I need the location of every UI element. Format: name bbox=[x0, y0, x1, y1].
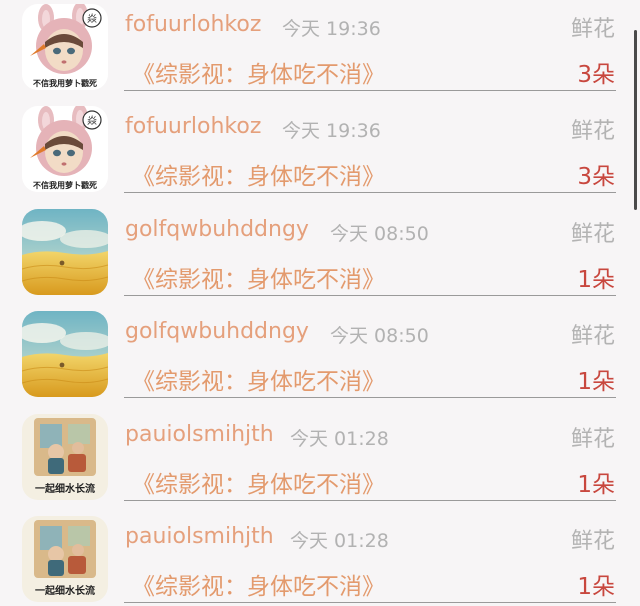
gift-quantity: 1朵 bbox=[577, 369, 615, 395]
book-title[interactable]: 《综影视：身体吃不消》 bbox=[132, 260, 385, 294]
rabbit-girl-avatar[interactable]: 焱 不信我用萝卜戳死 bbox=[22, 4, 108, 90]
row-divider bbox=[124, 602, 616, 603]
avatar-caption: 不信我用萝卜戳死 bbox=[33, 180, 97, 190]
book-title[interactable]: 《综影视：身体吃不消》 bbox=[132, 567, 385, 601]
rabbit-girl-avatar[interactable]: 焱 不信我用萝卜戳死 bbox=[22, 106, 108, 192]
gift-type: 鲜花 bbox=[570, 119, 615, 144]
wheat-field-avatar[interactable] bbox=[22, 311, 108, 397]
book-title[interactable]: 《综影视：身体吃不消》 bbox=[132, 55, 385, 89]
book-title[interactable]: 《综影视：身体吃不消》 bbox=[132, 157, 385, 191]
gift-type: 鲜花 bbox=[570, 222, 615, 247]
gift-type: 鲜花 bbox=[570, 324, 615, 349]
svg-text:焱: 焱 bbox=[87, 115, 97, 127]
svg-text:焱: 焱 bbox=[87, 13, 97, 25]
wheat-field-avatar[interactable] bbox=[22, 209, 108, 295]
gift-quantity: 1朵 bbox=[577, 267, 615, 293]
gift-quantity: 1朵 bbox=[577, 574, 615, 600]
list-item[interactable]: 一起细水长流 pauiolsmihjth 今天 01:28 鲜花《综影视：身体吃不消… bbox=[0, 516, 640, 606]
list-item[interactable]: 焱 不信我用萝卜戳死 fofuurlohkoz 今天 19:36 鲜花《综影视：身体… bbox=[0, 106, 640, 209]
list-item[interactable]: 焱 不信我用萝卜戳死 fofuurlohkoz 今天 19:36 鲜花《综影视：身体… bbox=[0, 4, 640, 107]
row-divider bbox=[124, 295, 616, 296]
timestamp: 今天 19:36 bbox=[282, 18, 381, 40]
painting-avatar[interactable]: 一起细水长流 bbox=[22, 414, 108, 500]
username[interactable]: golfqwbuhddngy bbox=[125, 319, 309, 344]
timestamp: 今天 19:36 bbox=[282, 120, 381, 142]
list-item[interactable]: golfqwbuhddngy 今天 08:50 鲜花《综影视：身体吃不消》 1朵 bbox=[0, 209, 640, 312]
painting-avatar[interactable]: 一起细水长流 bbox=[22, 516, 108, 602]
row-divider bbox=[124, 90, 616, 91]
avatar-caption: 一起细水长流 bbox=[35, 584, 95, 597]
avatar-caption: 一起细水长流 bbox=[35, 482, 95, 495]
timestamp: 今天 08:50 bbox=[330, 325, 429, 347]
list-item[interactable]: 一起细水长流 pauiolsmihjth 今天 01:28 鲜花《综影视：身体吃不消… bbox=[0, 414, 640, 517]
timestamp: 今天 01:28 bbox=[290, 530, 389, 552]
row-divider bbox=[124, 397, 616, 398]
username[interactable]: pauiolsmihjth bbox=[125, 524, 274, 549]
username[interactable]: fofuurlohkoz bbox=[125, 12, 261, 37]
gift-type: 鲜花 bbox=[570, 17, 615, 42]
gift-quantity: 3朵 bbox=[577, 62, 615, 88]
book-title[interactable]: 《综影视：身体吃不消》 bbox=[132, 362, 385, 396]
username[interactable]: fofuurlohkoz bbox=[125, 114, 261, 139]
gift-type: 鲜花 bbox=[570, 427, 615, 452]
timestamp: 今天 08:50 bbox=[330, 223, 429, 245]
gift-quantity: 3朵 bbox=[577, 164, 615, 190]
username[interactable]: pauiolsmihjth bbox=[125, 422, 274, 447]
row-divider bbox=[124, 500, 616, 501]
timestamp: 今天 01:28 bbox=[290, 428, 389, 450]
flower-gift-list: 焱 不信我用萝卜戳死 fofuurlohkoz 今天 19:36 鲜花 《综影视：身体… bbox=[0, 0, 640, 606]
gift-type: 鲜花 bbox=[570, 529, 615, 554]
username[interactable]: golfqwbuhddngy bbox=[125, 217, 309, 242]
avatar-caption: 不信我用萝卜戳死 bbox=[33, 78, 97, 88]
row-divider bbox=[124, 192, 616, 193]
list-item[interactable]: golfqwbuhddngy 今天 08:50 鲜花《综影视：身体吃不消》 1朵 bbox=[0, 311, 640, 414]
book-title[interactable]: 《综影视：身体吃不消》 bbox=[132, 465, 385, 499]
gift-quantity: 1朵 bbox=[577, 472, 615, 498]
